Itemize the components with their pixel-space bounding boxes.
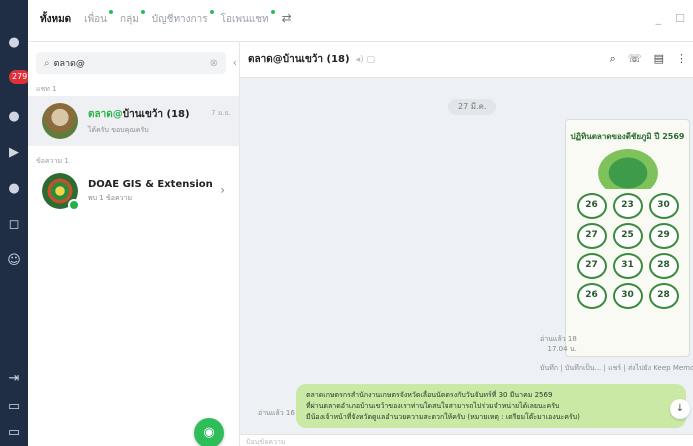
clear-icon[interactable]: ⊗ [210, 58, 218, 69]
arrow-down-icon: ↓ [675, 403, 685, 414]
message-input[interactable]: ป้อนข้อความ [240, 434, 693, 446]
image-actions[interactable]: บันทึก | บันทึกเป็น... | แชร์ | ส่งไปยัง… [540, 363, 693, 374]
top-bar: ทั้งหมด เพื่อน กลุ่ม บัญชีทางการ โอเพนแช… [28, 0, 693, 42]
tab-official[interactable]: บัญชีทางการ [152, 10, 214, 27]
window-icon[interactable]: ▭ [5, 398, 23, 416]
header-actions: ⌕ ☏ ▤ ⋮ [610, 52, 687, 66]
tab-openchat[interactable]: โอเพนแชท [221, 10, 275, 27]
date-cell: 26 [576, 193, 607, 219]
group-icon[interactable]: ● [5, 180, 23, 198]
date-cell: 28 [648, 253, 679, 279]
side-rail: ● 279 ● ▶ ● ◻ ☺ ⇥ ▭ ▭ [0, 0, 31, 446]
read-receipt: อ่านแล้ว 18 17.04 น. [540, 335, 577, 353]
date-cell: 31 [612, 253, 643, 279]
search-box[interactable]: ⌕ ⊗ [36, 52, 226, 74]
line-app: ● 279 ● ▶ ● ◻ ☺ ⇥ ▭ ▭ ทั้งหมด เพื่อน กลุ… [0, 0, 693, 446]
message-bubble[interactable]: ตลาดเกษตรกรสำนักงานเกษตรจังหวัดเลื่อนนัด… [296, 384, 686, 428]
date-cell: 28 [648, 283, 679, 309]
collapse-icon[interactable]: ‹ [233, 56, 237, 69]
message-line: ตลาดเกษตรกรสำนักงานเกษตรจังหวัดเลื่อนนัด… [306, 391, 553, 399]
date-cell: 27 [576, 253, 607, 279]
new-dot [140, 10, 145, 14]
chat-item-ban-khwao[interactable]: ตลาด@บ้านเขว้า (18) ได้ครับ ขอบคุณครับ 7… [28, 96, 239, 146]
square-icon[interactable]: ◻ [5, 216, 23, 234]
search-icon: ⌕ [44, 57, 50, 69]
chat-list-panel: ⌕ ⊗ ‹ แชท 1 ตลาด@บ้านเขว้า (18) ได้ครับ … [28, 42, 240, 446]
search-input[interactable] [53, 58, 194, 68]
chat-item-doae[interactable]: DOAE GIS & Extension พบ 1 ข้อความ › [28, 166, 239, 216]
new-chat-button[interactable]: ◉ [194, 418, 224, 446]
add-friend-icon[interactable]: ● [5, 108, 23, 126]
read-receipt: อ่านแล้ว 16 [258, 409, 295, 417]
mute-icon[interactable]: ◂) ▢ [356, 55, 375, 65]
minimize-icon[interactable]: _ [656, 12, 662, 25]
chat-time: 7 ม.ย. [211, 109, 231, 117]
chat-panel: ตลาด@บ้านเขว้า (18) ◂) ▢ ⌕ ☏ ▤ ⋮ 27 มี.ค… [240, 42, 693, 446]
date-separator: 27 มี.ค. [448, 99, 497, 115]
official-badge-icon [68, 199, 80, 211]
play-icon[interactable]: ▶ [5, 144, 23, 162]
chat-name: DOAE GIS & Extension [88, 178, 213, 190]
message-line: ที่ผ่านตลาดอำเภอบ้านเขว้าของเราท่านใดสนใ… [306, 402, 560, 410]
chat-name: ตลาด@บ้านเขว้า (18) [88, 108, 190, 120]
window-icon[interactable]: ▭ [5, 424, 23, 442]
window-controls: _ ☐ [656, 12, 685, 25]
date-cell: 25 [612, 223, 643, 249]
date-cell: 27 [576, 223, 607, 249]
last-message: ได้ครับ ขอบคุณครับ [88, 125, 149, 134]
tab-bar: ทั้งหมด เพื่อน กลุ่ม บัญชีทางการ โอเพนแช… [40, 10, 292, 27]
message-line: มีน้องเจ้าหน้าที่จังหวัดดูแลอำนวยความสะด… [306, 413, 580, 421]
date-cell: 30 [648, 193, 679, 219]
date-cell: 26 [576, 283, 607, 309]
tab-all[interactable]: ทั้งหมด [40, 12, 71, 27]
search-icon[interactable]: ⌕ [610, 52, 616, 66]
image-message[interactable]: ปฏิทินตลาดของดีชัยภูมิ ปี 2569 26 23 30 … [565, 119, 690, 357]
more-icon[interactable]: ⋮ [676, 52, 687, 66]
expand-icon[interactable]: ⇥ [5, 370, 23, 388]
calendar-grid: 26 23 30 27 25 29 27 31 28 26 30 28 [566, 193, 689, 309]
tab-groups[interactable]: กลุ่ม [120, 10, 145, 27]
maximize-icon[interactable]: ☐ [675, 12, 685, 25]
poster-title: ปฏิทินตลาดของดีชัยภูมิ ปี 2569 [570, 132, 685, 141]
filter-icon[interactable]: ⇄ [282, 11, 292, 26]
scroll-down-button[interactable]: ↓ [670, 399, 690, 419]
date-cell: 30 [612, 283, 643, 309]
date-cell: 23 [612, 193, 643, 219]
avatar [42, 103, 78, 139]
chat-header: ตลาด@บ้านเขว้า (18) ◂) ▢ ⌕ ☏ ▤ ⋮ [240, 42, 693, 78]
poster-illustration [597, 149, 658, 189]
chevron-right-icon: › [220, 183, 225, 197]
new-dot [270, 10, 275, 14]
new-dot [209, 10, 214, 14]
date-cell: 29 [648, 223, 679, 249]
section-chats-label: แชท 1 [36, 85, 57, 93]
note-icon[interactable]: ▤ [654, 52, 664, 66]
user-icon[interactable]: ● [5, 34, 23, 52]
tab-friends[interactable]: เพื่อน [84, 10, 114, 27]
message-count: พบ 1 ข้อความ [88, 193, 133, 202]
emoji-icon[interactable]: ☺ [5, 252, 23, 270]
new-dot [109, 10, 114, 14]
phone-icon[interactable]: ☏ [628, 52, 642, 66]
chat-title: ตลาด@บ้านเขว้า (18) [248, 54, 350, 65]
chat-bubble-icon: ◉ [203, 425, 215, 440]
avatar [42, 173, 80, 211]
